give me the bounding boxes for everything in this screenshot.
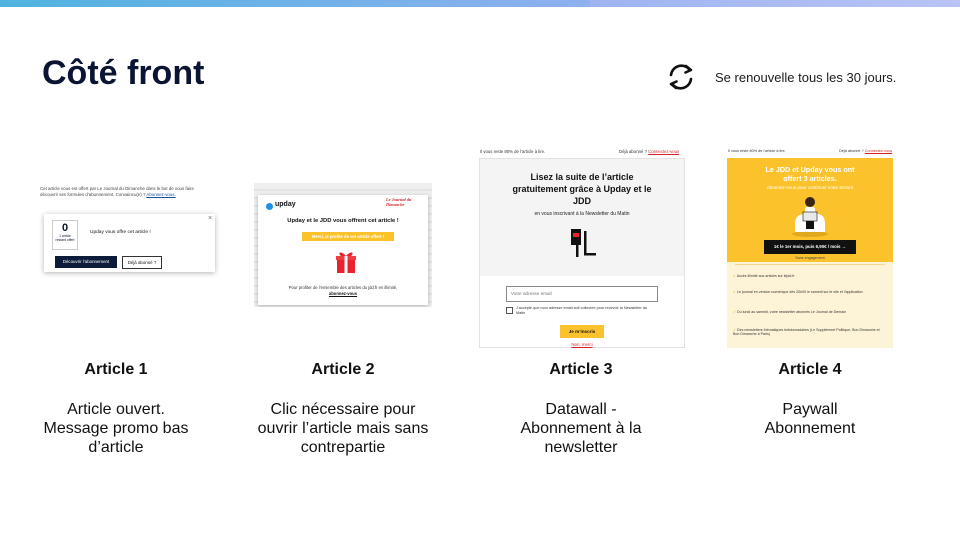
- article4-title: Article 4: [778, 361, 842, 378]
- article3-title: Article 3: [549, 361, 613, 378]
- article4-paywall-yellow: Le JDD et Upday vous ont offert 3 articl…: [727, 158, 893, 262]
- article4-benefit-divider: [735, 264, 885, 265]
- article4-headline: Le JDD et Upday vous ont offert 3 articl…: [765, 165, 855, 183]
- article2-description: Clic nécessaire pour ouvrir l’article ma…: [257, 401, 429, 456]
- benefit-item: ✓ Du lundi au samedi, votre newsletter a…: [733, 310, 847, 314]
- article2-modal: upday Le Journal du Dimanche Upday et le…: [258, 195, 428, 305]
- renewal-note: Se renouvelle tous les 30 jours.: [664, 60, 896, 94]
- article2-title: Article 2: [311, 361, 375, 378]
- article2-headline: Upday et le JDD vous offrent cet article…: [287, 218, 399, 224]
- article1-screenshot: Cet article vous est offert par Le Journ…: [37, 184, 221, 284]
- article4-subtitle: Abonnez-vous pour continuer votre lectur…: [766, 185, 854, 190]
- consent-checkbox[interactable]: [506, 307, 513, 314]
- article2-claim-button[interactable]: Merci, je profite de cet article offert …: [302, 232, 394, 241]
- article3-headline: Lisez la suite de l’article gratuitement…: [512, 172, 652, 206]
- benefit-item: ✓ Accès illimité aux articles sur lejdd.…: [733, 274, 795, 278]
- article1-title: Article 1: [84, 361, 148, 378]
- article4-description: Paywall Abonnement: [764, 401, 856, 437]
- article3-description: Datawall - Abonnement à la newsletter: [520, 401, 642, 456]
- article4-remaining-text: Il vous reste 80% de l’article à lire.: [728, 149, 786, 153]
- article1-subscribe-link[interactable]: Abonnez-vous.: [146, 192, 175, 197]
- article1-promo-card: 0 1 article restant offert Upday vous of…: [44, 214, 215, 272]
- article3-login-prompt: Déjà abonné ? Connectez-vous: [619, 149, 680, 154]
- article1-counter-label: 1 article restant offert: [55, 234, 75, 242]
- article4-offer-button[interactable]: 1€ le 1er mois, puis 6,90€ / mois →: [764, 240, 856, 254]
- page-title: Côté front: [42, 54, 205, 92]
- article1-counter-box: 0 1 article restant offert: [52, 220, 78, 250]
- gift-icon: [336, 252, 356, 273]
- article4-benefits-panel: Sans engagement ✓ Accès illimité aux art…: [727, 256, 893, 348]
- article1-counter-value: 0: [61, 222, 69, 234]
- article1-description: Article ouvert. Message promo bas d’arti…: [43, 401, 189, 456]
- mailbox-icon: [571, 229, 596, 257]
- newsletter-signup-button[interactable]: Je m’inscris: [560, 325, 604, 338]
- top-accent-bar: [0, 0, 960, 7]
- article3-screenshot: Il vous reste 80% de l’article à lire. D…: [478, 146, 685, 348]
- upday-logo: upday: [275, 201, 296, 208]
- article2-footer-text: Pour profiter de l’ensemble des articles…: [288, 285, 398, 290]
- article1-intro-text: Cet article vous est offert par Le Journ…: [40, 186, 194, 197]
- article4-login-prompt: Déjà abonné ? Connectez-vous: [839, 149, 893, 153]
- article4-no-commitment: Sans engagement: [795, 256, 825, 260]
- already-subscribed-button[interactable]: Déjà abonné ?: [122, 256, 162, 269]
- refresh-icon: [669, 64, 693, 90]
- benefit-item: ✓ Des newsletters thématiques hebdomadai…: [733, 328, 880, 337]
- article2-caption: Article 2 Clic nécessaire pour ouvrir l’…: [243, 361, 443, 457]
- article3-datawall-panel: Lisez la suite de l’article gratuitement…: [479, 158, 685, 348]
- jdd-logo: Le Journal du Dimanche: [386, 197, 412, 207]
- close-icon[interactable]: ×: [208, 215, 212, 222]
- upday-logo-icon: [266, 203, 273, 210]
- article3-login-link[interactable]: Connectez-vous: [648, 149, 679, 154]
- article3-caption: Article 3 Datawall - Abonnement à la new…: [481, 361, 681, 457]
- article4-screenshot: Il vous reste 80% de l’article à lire. D…: [726, 146, 894, 348]
- decline-link[interactable]: Non, merci: [480, 342, 684, 347]
- article1-offer-text: Upday vous offre cet article !: [90, 230, 151, 235]
- reader-illustration-icon: [792, 197, 828, 237]
- renewal-text: Se renouvelle tous les 30 jours.: [715, 69, 897, 85]
- top-accent-segment-right: [590, 0, 960, 7]
- benefit-item: ✓ Le journal en version numérique dès 20…: [733, 290, 863, 294]
- email-input[interactable]: Votre adresse email: [506, 286, 658, 302]
- top-accent-segment-left: [0, 0, 590, 7]
- article1-caption: Article 1 Article ouvert. Message promo …: [16, 361, 216, 457]
- article2-subscribe-link[interactable]: abonnez-vous: [258, 291, 428, 296]
- article4-caption: Article 4 Paywall Abonnement: [710, 361, 910, 438]
- consent-text: J’accepte que mon adresse email soit col…: [516, 306, 648, 315]
- article3-remaining-text: Il vous reste 80% de l’article à lire.: [480, 149, 546, 154]
- article4-login-link[interactable]: Connectez-vous: [865, 149, 892, 153]
- article2-screenshot: upday Le Journal du Dimanche Upday et le…: [254, 183, 432, 307]
- discover-subscription-button[interactable]: Découvrir l’abonnement: [55, 256, 117, 268]
- article3-subtitle: en vous inscrivant à la Newsletter du Ma…: [534, 211, 630, 217]
